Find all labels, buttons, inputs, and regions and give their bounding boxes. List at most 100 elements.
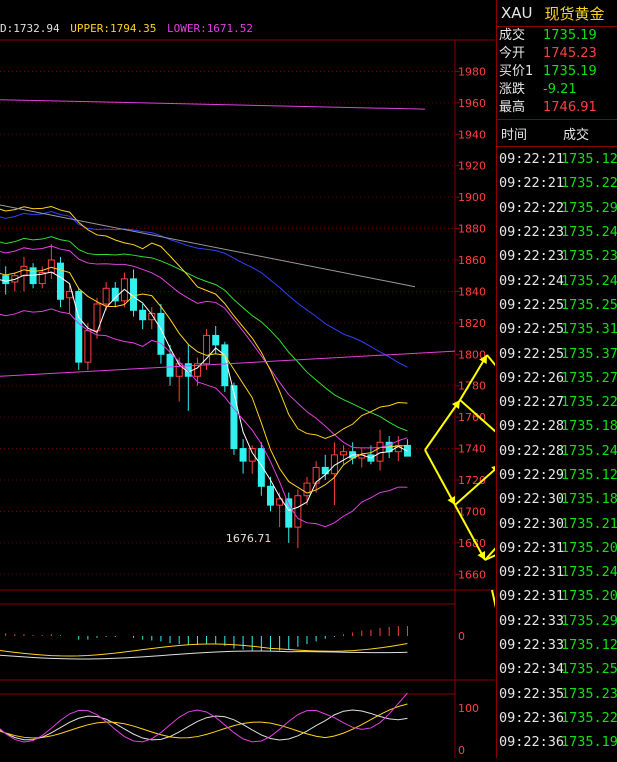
price-tick-label: 1820 <box>458 317 486 330</box>
price-tick-label: 1900 <box>458 191 486 204</box>
kdj-label-100: 100 <box>458 702 479 715</box>
tick-time: 09:22:24 <box>499 272 565 289</box>
tick-price: 1735.25 <box>561 296 617 313</box>
tick-row: 09:22:36 1735.22 <box>497 706 617 730</box>
ma-mid-line <box>0 266 408 494</box>
tick-price: 1735.22 <box>561 394 617 411</box>
price-tick-label: 1860 <box>458 254 486 267</box>
tick-list[interactable]: 09:22:21 1735.12 09:22:21 1735.22 09:22:22 17… <box>497 147 617 754</box>
boll-upper-line <box>0 205 408 439</box>
candle-body <box>303 482 311 497</box>
tick-price: 1735.22 <box>561 709 617 726</box>
ticks-header-price: 成交 <box>563 127 590 143</box>
tick-time: 09:22:26 <box>499 369 565 386</box>
tick-time: 09:22:36 <box>499 709 565 726</box>
ticks-header: 时间 成交 <box>497 119 617 147</box>
price-tick-label: 1760 <box>458 411 486 424</box>
quote-box: 成交 1735.19 今开 1745.23 买价1 1735.19 涨跌 -9.21 最高 174… <box>497 27 617 117</box>
quote-label: 今开 <box>499 46 526 61</box>
ma-short-line <box>0 271 408 511</box>
annotation-arrow <box>424 449 456 506</box>
macd-axis-label: 0 <box>458 630 465 643</box>
annotation-arrowhead <box>451 400 460 409</box>
quote-label: 成交 <box>499 28 526 43</box>
tick-price: 1735.19 <box>561 734 617 751</box>
candle-body <box>102 287 110 305</box>
tick-time: 09:22:30 <box>499 491 565 508</box>
tick-row: 09:22:31 1735.20 <box>497 536 617 560</box>
quote-row: 买价1 1735.19 <box>497 63 617 81</box>
tick-price: 1735.18 <box>561 418 617 435</box>
tick-price: 1735.31 <box>561 321 617 338</box>
tick-time: 09:22:31 <box>499 564 565 581</box>
quote-value: 1746.91 <box>543 100 597 115</box>
annotation-arrow <box>484 509 531 561</box>
candle-body <box>75 290 83 363</box>
price-tick-label: 1960 <box>458 97 486 110</box>
quote-row: 最高 1746.91 <box>497 99 617 117</box>
boll-mid: D:1732.94 <box>0 22 60 35</box>
tick-time: 09:22:31 <box>499 588 565 605</box>
tick-row: 09:22:28 1735.24 <box>497 439 617 463</box>
tick-time: 09:22:25 <box>499 345 565 362</box>
price-tick-label: 1740 <box>458 443 486 456</box>
candle-body <box>56 262 64 300</box>
tick-time: 09:22:34 <box>499 661 565 678</box>
tick-row: 09:22:25 1735.31 <box>497 317 617 341</box>
quote-label: 涨跌 <box>499 82 526 97</box>
tick-row: 09:22:34 1735.25 <box>497 657 617 681</box>
candle-body <box>285 498 293 528</box>
candle-body <box>111 287 119 302</box>
price-tick-label: 1660 <box>458 568 486 581</box>
price-tick-label: 1840 <box>458 285 486 298</box>
tick-price: 1735.24 <box>561 564 617 581</box>
tick-price: 1735.21 <box>561 515 617 532</box>
tick-row: 09:22:21 1735.12 <box>497 147 617 171</box>
tick-row: 09:22:33 1735.29 <box>497 609 617 633</box>
candle-body <box>294 495 302 528</box>
quote-row: 成交 1735.19 <box>497 27 617 45</box>
boll-upper: UPPER:1794.35 <box>70 22 157 35</box>
tick-time: 09:22:23 <box>499 224 565 241</box>
annotation-arrow <box>484 534 541 561</box>
tick-price: 1735.24 <box>561 272 617 289</box>
tick-row: 09:22:30 1735.18 <box>497 487 617 511</box>
candle-body <box>239 448 247 462</box>
tick-time: 09:22:29 <box>499 467 565 483</box>
price-tick-label: 1940 <box>458 128 486 141</box>
bollinger-readout: D:1732.94 UPPER:1794.35 LOWER:1671.52 <box>0 22 253 40</box>
kline-chart[interactable]: 1980 1960 1940 1920 1900 1880 1860 1840 1820 1800… <box>0 0 561 758</box>
quote-value: 1745.23 <box>543 46 597 61</box>
candle-body <box>203 334 211 365</box>
kline-svg: 1980196019401920190018801860184018201800… <box>0 39 561 758</box>
tick-price: 1735.24 <box>561 224 617 241</box>
quote-row: 涨跌 -9.21 <box>497 81 617 99</box>
tick-price: 1735.25 <box>561 661 617 678</box>
tick-row: 09:22:23 1735.24 <box>497 220 617 244</box>
tick-row: 09:22:29 1735.12 <box>497 463 617 487</box>
tick-price: 1735.23 <box>561 248 617 265</box>
quote-row: 今开 1745.23 <box>497 45 617 63</box>
tick-row: 09:22:31 1735.24 <box>497 560 617 584</box>
candle-body <box>2 275 10 285</box>
quote-value: 1735.19 <box>543 28 597 43</box>
tick-row: 09:22:23 1735.23 <box>497 244 617 268</box>
annotation-arrow <box>491 589 509 663</box>
boll-lower: LOWER:1671.52 <box>166 22 254 35</box>
candle-body <box>47 259 55 274</box>
kdj-d-line <box>0 703 408 739</box>
candle-body <box>166 353 174 377</box>
tick-price: 1735.18 <box>561 491 617 508</box>
tick-time: 09:22:35 <box>499 685 565 702</box>
tick-time: 09:22:31 <box>499 539 565 556</box>
tick-price: 1735.20 <box>561 539 617 556</box>
annotation-arrow <box>486 354 521 396</box>
quote-value: 1735.19 <box>543 64 597 79</box>
tick-price: 1735.20 <box>561 588 617 605</box>
candle-body <box>29 267 37 285</box>
macd-dea-line <box>0 650 408 660</box>
tick-price: 1735.29 <box>561 612 617 629</box>
candle-body <box>84 330 92 363</box>
tick-row: 09:22:27 1735.22 <box>497 390 617 414</box>
tick-price: 1735.23 <box>561 685 617 702</box>
